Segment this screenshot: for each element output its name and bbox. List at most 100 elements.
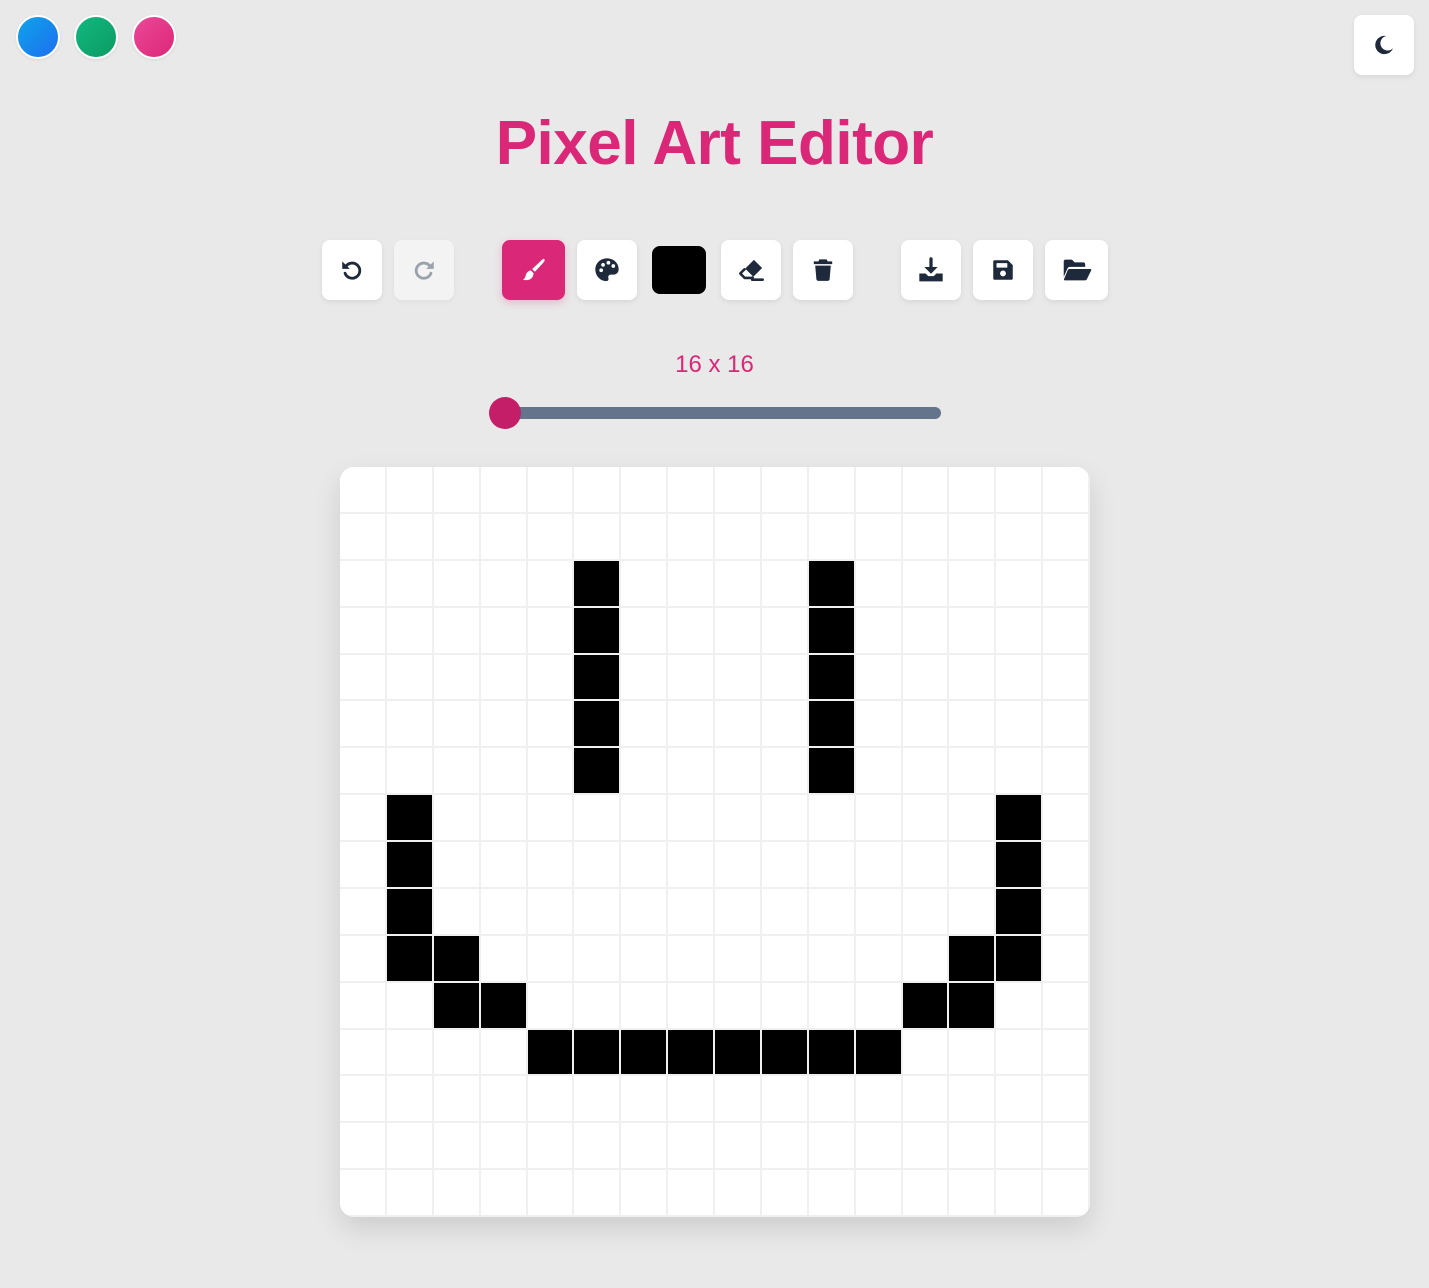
pixel-cell[interactable] bbox=[761, 748, 809, 796]
pixel-cell[interactable] bbox=[996, 795, 1044, 842]
pixel-cell[interactable] bbox=[715, 935, 762, 983]
pixel-cell[interactable] bbox=[1043, 748, 1090, 796]
pixel-cell[interactable] bbox=[1043, 888, 1090, 936]
pixel-cell[interactable] bbox=[527, 982, 575, 1030]
pixel-cell[interactable] bbox=[855, 467, 903, 514]
pixel-cell[interactable] bbox=[715, 560, 762, 608]
pixel-cell[interactable] bbox=[574, 467, 622, 514]
pixel-cell[interactable] bbox=[480, 748, 528, 796]
pixel-cell[interactable] bbox=[480, 513, 528, 561]
pixel-cell[interactable] bbox=[949, 1123, 997, 1171]
pixel-cell[interactable] bbox=[996, 1170, 1044, 1217]
pixel-cell[interactable] bbox=[855, 935, 903, 983]
pixel-cell[interactable] bbox=[668, 513, 715, 561]
pixel-cell[interactable] bbox=[340, 513, 387, 561]
pixel-cell[interactable] bbox=[996, 1029, 1044, 1077]
pixel-cell[interactable] bbox=[433, 1123, 481, 1171]
pixel-cell[interactable] bbox=[480, 701, 528, 749]
pixel-cell[interactable] bbox=[1043, 935, 1090, 983]
pixel-cell[interactable] bbox=[761, 982, 809, 1030]
pixel-cell[interactable] bbox=[621, 982, 669, 1030]
pixel-cell[interactable] bbox=[902, 982, 950, 1030]
pixel-cell[interactable] bbox=[808, 1029, 856, 1077]
pixel-cell[interactable] bbox=[808, 654, 856, 702]
pixel-cell[interactable] bbox=[574, 888, 622, 936]
pixel-cell[interactable] bbox=[715, 795, 762, 842]
pixel-cell[interactable] bbox=[761, 701, 809, 749]
pixel-cell[interactable] bbox=[340, 560, 387, 608]
pixel-cell[interactable] bbox=[527, 888, 575, 936]
pixel-cell[interactable] bbox=[574, 935, 622, 983]
pixel-cell[interactable] bbox=[1043, 513, 1090, 561]
pixel-cell[interactable] bbox=[386, 982, 434, 1030]
pixel-cell[interactable] bbox=[433, 1170, 481, 1217]
pixel-cell[interactable] bbox=[949, 842, 997, 889]
pixel-cell[interactable] bbox=[527, 1123, 575, 1171]
pixel-cell[interactable] bbox=[761, 654, 809, 702]
pixel-cell[interactable] bbox=[1043, 1123, 1090, 1171]
pixel-cell[interactable] bbox=[996, 748, 1044, 796]
pixel-cell[interactable] bbox=[996, 513, 1044, 561]
pixel-cell[interactable] bbox=[668, 795, 715, 842]
pixel-cell[interactable] bbox=[996, 560, 1044, 608]
pixel-cell[interactable] bbox=[621, 888, 669, 936]
pixel-cell[interactable] bbox=[855, 560, 903, 608]
pixel-cell[interactable] bbox=[340, 1076, 387, 1124]
pixel-cell[interactable] bbox=[433, 748, 481, 796]
pixel-cell[interactable] bbox=[808, 701, 856, 749]
pixel-cell[interactable] bbox=[480, 795, 528, 842]
pixel-cell[interactable] bbox=[761, 795, 809, 842]
pixel-cell[interactable] bbox=[715, 1170, 762, 1217]
pixel-cell[interactable] bbox=[386, 888, 434, 936]
pixel-cell[interactable] bbox=[808, 982, 856, 1030]
pixel-cell[interactable] bbox=[527, 701, 575, 749]
pixel-cell[interactable] bbox=[761, 560, 809, 608]
current-color-swatch[interactable] bbox=[652, 246, 706, 294]
pixel-cell[interactable] bbox=[480, 1123, 528, 1171]
pixel-cell[interactable] bbox=[996, 607, 1044, 655]
pixel-cell[interactable] bbox=[949, 513, 997, 561]
pixel-cell[interactable] bbox=[433, 842, 481, 889]
pixel-cell[interactable] bbox=[621, 701, 669, 749]
pixel-cell[interactable] bbox=[386, 1076, 434, 1124]
pixel-cell[interactable] bbox=[996, 842, 1044, 889]
pixel-cell[interactable] bbox=[761, 935, 809, 983]
pixel-cell[interactable] bbox=[621, 795, 669, 842]
pixel-cell[interactable] bbox=[574, 795, 622, 842]
pixel-cell[interactable] bbox=[715, 607, 762, 655]
pixel-cell[interactable] bbox=[949, 748, 997, 796]
pixel-cell[interactable] bbox=[761, 607, 809, 655]
pixel-cell[interactable] bbox=[340, 607, 387, 655]
pixel-cell[interactable] bbox=[855, 1029, 903, 1077]
pixel-cell[interactable] bbox=[340, 467, 387, 514]
pixel-cell[interactable] bbox=[808, 748, 856, 796]
pixel-cell[interactable] bbox=[386, 935, 434, 983]
pixel-cell[interactable] bbox=[715, 842, 762, 889]
pixel-cell[interactable] bbox=[761, 1076, 809, 1124]
pixel-cell[interactable] bbox=[621, 935, 669, 983]
pixel-cell[interactable] bbox=[433, 467, 481, 514]
pixel-cell[interactable] bbox=[668, 607, 715, 655]
pixel-cell[interactable] bbox=[808, 467, 856, 514]
pixel-cell[interactable] bbox=[808, 513, 856, 561]
pixel-cell[interactable] bbox=[761, 1123, 809, 1171]
pixel-cell[interactable] bbox=[621, 467, 669, 514]
pixel-cell[interactable] bbox=[996, 888, 1044, 936]
pixel-cell[interactable] bbox=[855, 982, 903, 1030]
pixel-cell[interactable] bbox=[668, 467, 715, 514]
pixel-cell[interactable] bbox=[386, 701, 434, 749]
pixel-cell[interactable] bbox=[621, 654, 669, 702]
pixel-cell[interactable] bbox=[949, 560, 997, 608]
pixel-cell[interactable] bbox=[668, 748, 715, 796]
theme-dot-blue[interactable] bbox=[16, 15, 60, 59]
pixel-cell[interactable] bbox=[340, 654, 387, 702]
pixel-cell[interactable] bbox=[668, 1029, 715, 1077]
pixel-cell[interactable] bbox=[808, 935, 856, 983]
pixel-cell[interactable] bbox=[340, 795, 387, 842]
pixel-cell[interactable] bbox=[574, 1029, 622, 1077]
pixel-cell[interactable] bbox=[715, 654, 762, 702]
pixel-cell[interactable] bbox=[949, 1029, 997, 1077]
pixel-cell[interactable] bbox=[433, 560, 481, 608]
pixel-cell[interactable] bbox=[668, 888, 715, 936]
pixel-cell[interactable] bbox=[996, 654, 1044, 702]
